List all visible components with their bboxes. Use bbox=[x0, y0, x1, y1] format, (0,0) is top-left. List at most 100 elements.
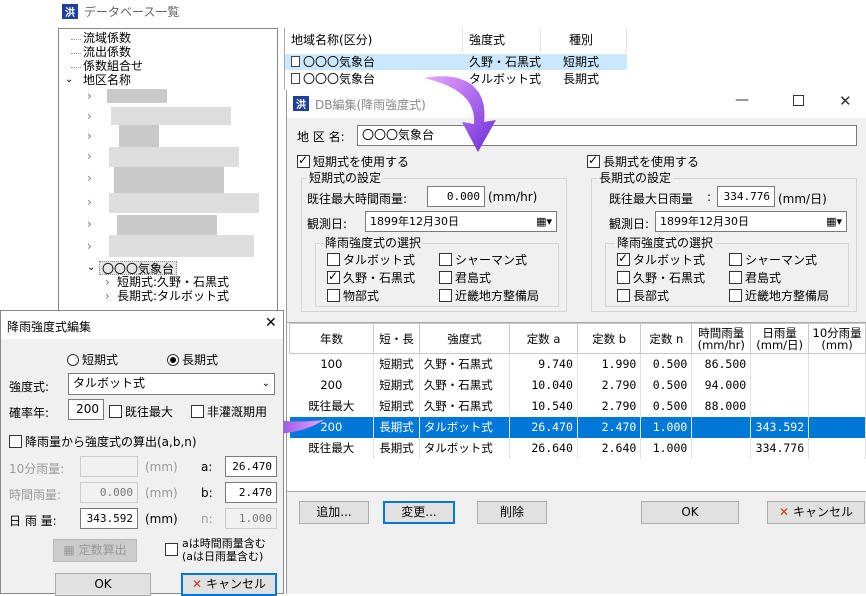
delete-button[interactable]: 削除 bbox=[477, 501, 547, 524]
cell-const-a: 10.040 bbox=[509, 374, 578, 396]
calendar-dropdown-icon[interactable]: ▦▾ bbox=[826, 212, 842, 231]
col-header-const-a[interactable]: 定数 a bbox=[509, 323, 578, 354]
col-header-formula[interactable]: 強度式 bbox=[418, 323, 511, 354]
ok-button[interactable]: OK bbox=[641, 501, 739, 524]
tree-item-coef-combo[interactable]: 係数組合せ bbox=[83, 59, 143, 73]
app-logo-icon: 洪 bbox=[293, 96, 309, 111]
cell-hour-rain bbox=[691, 437, 752, 459]
use-long-checkbox[interactable]: 長期式を使用する bbox=[587, 153, 699, 170]
long-date-picker[interactable]: 1899年12月30日 ▦▾ bbox=[655, 211, 847, 232]
hour-label: 時間雨量: bbox=[9, 488, 62, 502]
long-option-kinki[interactable]: 近畿地方整備局 bbox=[729, 287, 829, 304]
close-icon[interactable]: ✕ bbox=[265, 315, 277, 331]
formula-select[interactable]: タルボット式 ⌄ bbox=[68, 373, 275, 395]
col-header-years[interactable]: 年数 bbox=[288, 323, 375, 354]
cell-const-a: 9.740 bbox=[509, 353, 578, 375]
chevron-right-icon[interactable]: › bbox=[87, 217, 92, 231]
chevron-down-icon[interactable]: ⌄ bbox=[87, 261, 95, 275]
chevron-right-icon[interactable]: › bbox=[105, 289, 110, 303]
minimize-icon[interactable]: — bbox=[735, 92, 749, 108]
list-row[interactable]: 〇〇〇気象台 久野・石黒式 短期式 bbox=[285, 54, 627, 70]
short-date-picker[interactable]: 1899年12月30日 ▦▾ bbox=[365, 211, 557, 232]
col-header-hour-rain[interactable]: 時間雨量 (mm/hr) bbox=[691, 323, 752, 354]
long-option-kuno[interactable]: 久野・石黒式 bbox=[617, 269, 705, 286]
short-option-mononobe[interactable]: 物部式 bbox=[327, 287, 379, 304]
hour-input[interactable]: 0.000 bbox=[80, 482, 138, 503]
radio-long[interactable]: 長期式 bbox=[167, 351, 218, 368]
include-checkbox[interactable] bbox=[165, 543, 181, 557]
table-row[interactable]: 既往最大 長期式 タルボット式 26.640 2.640 1.000 334.776 bbox=[289, 437, 866, 459]
table-row[interactable]: 100 短期式 久野・石黒式 9.740 1.990 0.500 86.500 bbox=[289, 353, 866, 375]
col-header-10min-rain[interactable]: 10分雨量 (mm) bbox=[808, 323, 866, 354]
tree-item-long-formula[interactable]: 長期式:タルボット式 bbox=[117, 289, 229, 303]
dialog-ok-button[interactable]: OK bbox=[55, 573, 151, 596]
cell-day-rain: 343.592 bbox=[750, 416, 810, 438]
prob-input[interactable]: 200 bbox=[68, 399, 104, 420]
a-input[interactable]: 26.470 bbox=[225, 456, 277, 477]
col-header-day-rain[interactable]: 日雨量 (mm/日) bbox=[750, 323, 810, 354]
list-header-type[interactable]: 種別 bbox=[541, 28, 627, 52]
chevron-right-icon[interactable]: › bbox=[87, 89, 92, 103]
cancel-button[interactable]: ✕ キャンセル bbox=[767, 501, 865, 524]
tree-item-short-formula[interactable]: 短期式:久野・石黒式 bbox=[117, 275, 229, 289]
col-header-const-b[interactable]: 定数 b bbox=[576, 323, 642, 354]
short-option-kuno[interactable]: 久野・石黒式 bbox=[327, 269, 415, 286]
long-option-kimijima[interactable]: 君島式 bbox=[729, 269, 781, 286]
short-option-kinki[interactable]: 近畿地方整備局 bbox=[439, 287, 539, 304]
radio-short[interactable]: 短期式 bbox=[67, 351, 118, 368]
calc-from-rain-checkbox[interactable]: 降雨量から強度式の算出(a,b,n) bbox=[9, 433, 197, 450]
chevron-right-icon[interactable]: › bbox=[87, 109, 92, 123]
col-header-term[interactable]: 短・長 bbox=[373, 323, 420, 354]
chevron-down-icon[interactable]: ⌄ bbox=[65, 73, 73, 87]
tree-item-selected-station[interactable]: 〇〇〇気象台 bbox=[99, 261, 178, 276]
table-row[interactable]: 既往最大 短期式 久野・石黒式 10.540 2.790 0.500 88.000 bbox=[289, 395, 866, 417]
day-input[interactable]: 343.592 bbox=[80, 508, 138, 529]
cell-const-b: 2.640 bbox=[577, 437, 642, 459]
calc-constants-button[interactable]: ▦ 定数算出 bbox=[53, 539, 137, 562]
ten-min-input[interactable] bbox=[80, 456, 138, 477]
close-icon[interactable]: ✕ bbox=[839, 92, 852, 110]
short-option-sherman[interactable]: シャーマン式 bbox=[439, 251, 527, 268]
calendar-dropdown-icon[interactable]: ▦▾ bbox=[536, 212, 552, 231]
chevron-right-icon[interactable]: › bbox=[87, 149, 92, 163]
add-button[interactable]: 追加... bbox=[299, 501, 369, 524]
long-rain-input[interactable]: 334.776 bbox=[717, 186, 775, 207]
tree-item-runoff-coef[interactable]: 流域係数 bbox=[83, 31, 131, 45]
col-header-const-n[interactable]: 定数 n bbox=[640, 323, 693, 354]
list-header-name[interactable]: 地域名称(区分) bbox=[285, 28, 463, 52]
n-input[interactable]: 1.000 bbox=[225, 508, 277, 529]
use-short-checkbox[interactable]: 短期式を使用する bbox=[297, 153, 409, 170]
table-row[interactable]: 200 長期式 タルボット式 26.470 2.470 1.000 343.592 bbox=[289, 416, 866, 438]
chevron-right-icon[interactable]: › bbox=[87, 129, 92, 143]
tree-item-district[interactable]: 地区名称 bbox=[83, 73, 131, 87]
dialog-cancel-button[interactable]: ✕ キャンセル bbox=[181, 573, 277, 596]
chevron-right-icon[interactable]: › bbox=[105, 275, 110, 289]
short-rain-input[interactable]: 0.000 bbox=[427, 186, 485, 207]
calculator-icon: ▦ bbox=[63, 543, 79, 557]
chevron-right-icon[interactable]: › bbox=[87, 239, 92, 253]
long-option-talbot[interactable]: タルボット式 bbox=[617, 251, 705, 268]
long-option-sherman[interactable]: シャーマン式 bbox=[729, 251, 817, 268]
maximize-icon[interactable] bbox=[793, 95, 804, 106]
short-option-talbot[interactable]: タルボット式 bbox=[327, 251, 415, 268]
table-row[interactable]: 200 短期式 久野・石黒式 10.040 2.790 0.500 94.000 bbox=[289, 374, 866, 396]
non-irrigation-label: 非灌漑期用 bbox=[207, 405, 268, 419]
chevron-right-icon[interactable]: › bbox=[87, 171, 92, 185]
b-input[interactable]: 2.470 bbox=[225, 482, 277, 503]
list-cell-type: 長期式 bbox=[563, 72, 600, 86]
long-option-mononobe[interactable]: 長部式 bbox=[617, 287, 669, 304]
past-max-checkbox[interactable]: 既往最大 bbox=[109, 403, 173, 420]
tree-item-outflow-coef[interactable]: 流出係数 bbox=[83, 45, 131, 59]
chevron-right-icon[interactable]: › bbox=[87, 195, 92, 209]
change-button[interactable]: 変更... bbox=[383, 501, 455, 524]
list-cell-name: 〇〇〇気象台 bbox=[303, 72, 376, 86]
non-irrigation-checkbox[interactable]: 非灌漑期用 bbox=[191, 403, 267, 420]
cell-day-rain bbox=[750, 395, 810, 417]
formula-table[interactable]: 年数 短・長 強度式 定数 a 定数 b 定数 n 時間雨量 (mm/hr) 日… bbox=[288, 323, 866, 459]
dialog-title: 降雨強度式編集 bbox=[7, 320, 92, 334]
list-header-formula[interactable]: 強度式 bbox=[463, 28, 541, 52]
formula-label: 強度式: bbox=[9, 380, 50, 394]
database-tree[interactable]: 流域係数 流出係数 係数組合せ ⌄ 地区名称 › › › › › › › › ⌄… bbox=[58, 28, 278, 328]
short-option-kimijima[interactable]: 君島式 bbox=[439, 269, 491, 286]
cell-term: 短期式 bbox=[373, 395, 420, 417]
